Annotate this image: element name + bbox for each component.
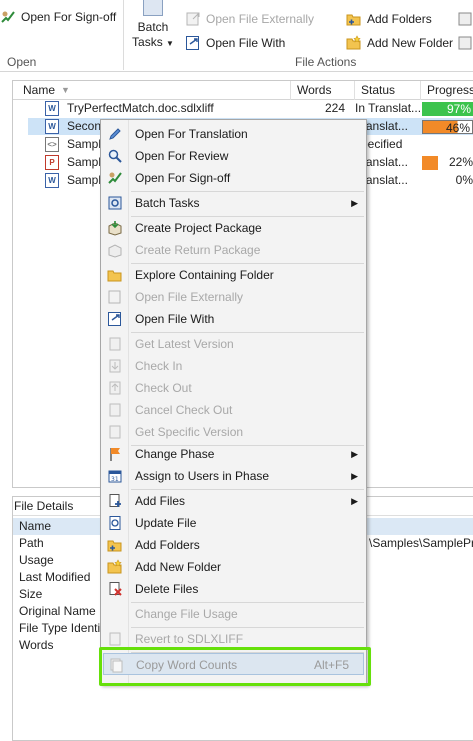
ribbon-add-folders-button[interactable]: Add Folders	[346, 11, 432, 27]
column-header-status[interactable]: Status	[355, 81, 421, 100]
menu-get-latest-version[interactable]: Get Latest Version	[103, 333, 364, 355]
ribbon-separator	[123, 0, 124, 70]
add-folders-icon	[107, 537, 123, 553]
signoff-icon	[107, 170, 123, 186]
word-file-icon: W	[45, 173, 59, 188]
folder-icon	[107, 267, 123, 283]
add-files-icon	[107, 493, 123, 509]
new-folder-icon	[107, 559, 123, 575]
menu-get-specific-version[interactable]: Get Specific Version	[103, 421, 364, 443]
file-words: 224	[324, 101, 345, 115]
file-list-header: Name ▼ Words Status Progress	[13, 81, 473, 100]
menu-explore-containing-folder[interactable]: Explore Containing Folder	[103, 264, 364, 286]
ribbon-add-new-folder-button[interactable]: Add New Folder	[346, 35, 453, 51]
ribbon-add-folders-label: Add Folders	[367, 12, 432, 26]
menu-batch-tasks[interactable]: Batch Tasks ▶	[103, 192, 364, 214]
powerpoint-file-icon: P	[45, 155, 59, 170]
cancel-check-out-icon	[107, 402, 123, 418]
menu-assign-users-in-phase[interactable]: 31 Assign to Users in Phase ▶	[103, 465, 364, 487]
progress-value: 0%	[455, 173, 473, 187]
get-latest-icon	[107, 336, 123, 352]
submenu-arrow-icon: ▶	[351, 449, 358, 459]
menu-update-file[interactable]: Update File	[103, 512, 364, 534]
menu-check-out[interactable]: Check Out	[103, 377, 364, 399]
menu-add-new-folder[interactable]: Add New Folder	[103, 556, 364, 578]
menu-add-files[interactable]: Add Files ▶	[103, 490, 364, 512]
check-in-icon	[107, 358, 123, 374]
pencil-icon	[107, 126, 123, 142]
xml-file-icon: <>	[45, 137, 59, 152]
menu-open-file-externally[interactable]: Open File Externally	[103, 286, 364, 308]
open-external-icon	[107, 289, 123, 305]
group-label-file-actions: File Actions	[295, 55, 357, 69]
delete-files-icon	[107, 581, 123, 597]
progress-bar: 46%	[422, 120, 473, 135]
add-folders-icon	[346, 11, 362, 27]
progress-bar-fill	[422, 156, 438, 170]
calendar-icon: 31	[107, 468, 123, 484]
menu-change-phase[interactable]: Change Phase ▶	[103, 443, 364, 465]
menu-add-folders[interactable]: Add Folders	[103, 534, 364, 556]
progress-value: 22%	[448, 155, 473, 169]
menu-change-file-usage[interactable]: Change File Usage	[103, 603, 364, 625]
ribbon-open-signoff-button[interactable]: Open For Sign-off	[0, 9, 116, 25]
ribbon-open-externally-button[interactable]: Open File Externally	[185, 11, 314, 27]
revert-icon	[107, 631, 123, 647]
batch-tasks-icon	[107, 195, 123, 211]
group-label-open: Open	[7, 55, 37, 69]
batch-tasks-label-line2: Tasks	[132, 35, 163, 49]
batch-tasks-icon	[143, 0, 163, 16]
menu-open-for-translation[interactable]: Open For Translation	[103, 123, 364, 145]
ribbon-open-with-label: Open File With	[206, 36, 286, 50]
property-value: \Samples\SampleProj	[369, 536, 473, 550]
chevron-down-icon: ▼	[166, 39, 174, 48]
column-header-progress[interactable]: Progress	[421, 81, 473, 100]
ribbon-open-with-button[interactable]: Open File With	[185, 35, 285, 51]
progress-bar: 97%	[422, 102, 473, 116]
submenu-arrow-icon: ▶	[351, 471, 358, 481]
file-status: In Translat...	[355, 101, 422, 115]
sort-arrow-icon: ▼	[61, 85, 70, 95]
menu-open-for-signoff[interactable]: Open For Sign-off	[103, 167, 364, 189]
return-package-icon	[107, 242, 123, 258]
word-file-icon: W	[45, 119, 59, 134]
menu-check-in[interactable]: Check In	[103, 355, 364, 377]
open-external-icon	[185, 11, 201, 27]
menu-create-return-package[interactable]: Create Return Package	[103, 239, 364, 261]
menu-delete-files[interactable]: Delete Files	[103, 578, 364, 600]
ribbon-add-new-folder-label: Add New Folder	[367, 36, 454, 50]
package-icon	[107, 220, 123, 236]
file-name: TryPerfectMatch.doc.sdlxliff	[67, 101, 214, 115]
open-with-icon	[185, 35, 201, 51]
column-header-name[interactable]: Name ▼	[13, 81, 291, 100]
ribbon-batch-tasks-button[interactable]: Batch Tasks ▼	[131, 0, 175, 51]
ribbon-overflow-icon-2[interactable]	[457, 35, 473, 51]
menu-create-project-package[interactable]: Create Project Package	[103, 217, 364, 239]
highlight-annotation-box	[99, 647, 371, 686]
table-row[interactable]: W TryPerfectMatch.doc.sdlxliff 224 In Tr…	[13, 100, 473, 117]
magnifier-icon	[107, 148, 123, 164]
flag-icon	[107, 446, 123, 462]
ribbon-open-externally-label: Open File Externally	[206, 12, 315, 26]
word-file-icon: W	[45, 101, 59, 116]
column-header-words[interactable]: Words	[291, 81, 355, 100]
submenu-arrow-icon: ▶	[351, 198, 358, 208]
ribbon-overflow-icon-1[interactable]	[457, 11, 473, 27]
open-with-icon	[107, 311, 123, 327]
check-out-icon	[107, 380, 123, 396]
svg-text:31: 31	[111, 476, 119, 483]
get-specific-version-icon	[107, 424, 123, 440]
context-menu: Open For Translation Open For Review Ope…	[100, 119, 367, 685]
update-file-icon	[107, 515, 123, 531]
ribbon-open-signoff-label: Open For Sign-off	[21, 10, 117, 24]
submenu-arrow-icon: ▶	[351, 496, 358, 506]
menu-cancel-check-out[interactable]: Cancel Check Out	[103, 399, 364, 421]
menu-open-file-with[interactable]: Open File With	[103, 308, 364, 330]
new-folder-icon	[346, 35, 362, 51]
batch-tasks-label-line1: Batch	[137, 20, 169, 34]
signoff-icon	[0, 9, 16, 25]
menu-open-for-review[interactable]: Open For Review	[103, 145, 364, 167]
ribbon: Open For Sign-off Batch Tasks ▼ Open Fil…	[0, 0, 473, 72]
